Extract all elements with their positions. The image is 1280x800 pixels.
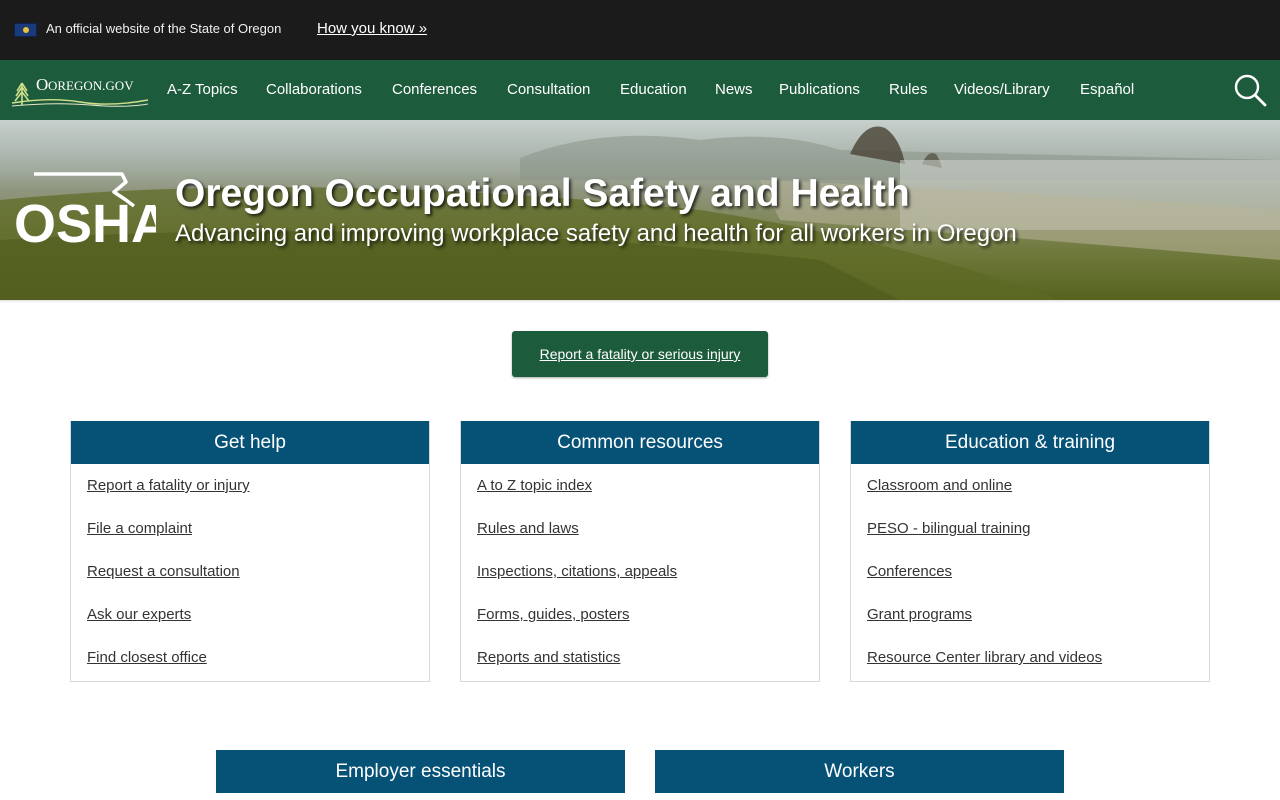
- list-item: Request a consultation: [87, 563, 429, 606]
- link-classroom-online[interactable]: Classroom and online: [867, 477, 1012, 494]
- card-common-resources: Common resources A to Z topic index Rule…: [460, 421, 820, 682]
- link-forms-guides[interactable]: Forms, guides, posters: [477, 606, 630, 623]
- list-item: PESO - bilingual training: [867, 520, 1209, 563]
- list-item: Classroom and online: [867, 477, 1209, 520]
- nav-item-conferences[interactable]: Conferences: [392, 81, 477, 98]
- list-item: Rules and laws: [477, 520, 819, 563]
- card-links-get-help: Report a fatality or injury File a compl…: [71, 464, 429, 692]
- card-header-employer-essentials: Employer essentials: [216, 750, 625, 793]
- link-file-complaint[interactable]: File a complaint: [87, 520, 192, 537]
- link-grant-programs[interactable]: Grant programs: [867, 606, 972, 623]
- hero-banner: OSHA Oregon Occupational Safety and Heal…: [0, 120, 1280, 300]
- card-header-get-help: Get help: [71, 421, 429, 464]
- link-find-office[interactable]: Find closest office: [87, 649, 207, 666]
- osha-logo-text: OSHA: [14, 194, 156, 248]
- nav-item-news[interactable]: News: [715, 81, 753, 98]
- nav-item-rules[interactable]: Rules: [889, 81, 927, 98]
- list-item: Find closest office: [87, 649, 429, 692]
- list-item: Ask our experts: [87, 606, 429, 649]
- list-item: Conferences: [867, 563, 1209, 606]
- report-fatality-button[interactable]: Report a fatality or serious injury: [512, 331, 768, 377]
- link-reports-statistics[interactable]: Reports and statistics: [477, 649, 620, 666]
- official-website-text: An official website of the State of Oreg…: [46, 21, 282, 36]
- list-item: Report a fatality or injury: [87, 477, 429, 520]
- nav-item-consultation[interactable]: Consultation: [507, 81, 590, 98]
- card-links-common-resources: A to Z topic index Rules and laws Inspec…: [461, 464, 819, 692]
- card-header-workers: Workers: [655, 750, 1064, 793]
- nav-item-collaborations[interactable]: Collaborations: [266, 81, 362, 98]
- link-ask-experts[interactable]: Ask our experts: [87, 606, 191, 623]
- link-peso-training[interactable]: PESO - bilingual training: [867, 520, 1030, 537]
- oregon-gov-logo[interactable]: O OREGON.GOV: [10, 69, 150, 109]
- svg-text:O: O: [36, 75, 48, 94]
- link-request-consultation[interactable]: Request a consultation: [87, 563, 240, 580]
- card-header-education-training: Education & training: [851, 421, 1209, 464]
- link-report-fatality[interactable]: Report a fatality or injury: [87, 477, 250, 494]
- nav-item-education[interactable]: Education: [620, 81, 687, 98]
- official-banner: An official website of the State of Oreg…: [0, 0, 1280, 60]
- card-education-training: Education & training Classroom and onlin…: [850, 421, 1210, 682]
- card-get-help: Get help Report a fatality or injury Fil…: [70, 421, 430, 682]
- list-item: Resource Center library and videos: [867, 649, 1209, 692]
- how-you-know-link[interactable]: How you know »: [317, 20, 427, 37]
- list-item: Grant programs: [867, 606, 1209, 649]
- list-item: File a complaint: [87, 520, 429, 563]
- page-title: Oregon Occupational Safety and Health: [175, 172, 910, 215]
- main-navigation: O OREGON.GOV A-Z Topics Collaborations C…: [0, 60, 1280, 120]
- oregon-gov-logo-text: OREGON.GOV: [48, 78, 134, 93]
- oregon-flag-icon: [14, 23, 37, 37]
- nav-item-publications[interactable]: Publications: [779, 81, 860, 98]
- nav-item-a-z-topics[interactable]: A-Z Topics: [167, 81, 238, 98]
- hero-divider: [0, 300, 1280, 303]
- list-item: A to Z topic index: [477, 477, 819, 520]
- osha-logo: OSHA: [14, 172, 156, 248]
- nav-item-espanol[interactable]: Español: [1080, 81, 1134, 98]
- link-rules-laws[interactable]: Rules and laws: [477, 520, 579, 537]
- list-item: Forms, guides, posters: [477, 606, 819, 649]
- list-item: Reports and statistics: [477, 649, 819, 692]
- page-subtitle: Advancing and improving workplace safety…: [175, 220, 1017, 247]
- link-inspections[interactable]: Inspections, citations, appeals: [477, 563, 677, 580]
- card-links-education-training: Classroom and online PESO - bilingual tr…: [851, 464, 1209, 692]
- search-icon[interactable]: [1232, 72, 1268, 108]
- link-a-to-z-index[interactable]: A to Z topic index: [477, 477, 592, 494]
- list-item: Inspections, citations, appeals: [477, 563, 819, 606]
- link-resource-center[interactable]: Resource Center library and videos: [867, 649, 1102, 666]
- nav-item-videos-library[interactable]: Videos/Library: [954, 81, 1050, 98]
- card-header-common-resources: Common resources: [461, 421, 819, 464]
- link-conferences[interactable]: Conferences: [867, 563, 952, 580]
